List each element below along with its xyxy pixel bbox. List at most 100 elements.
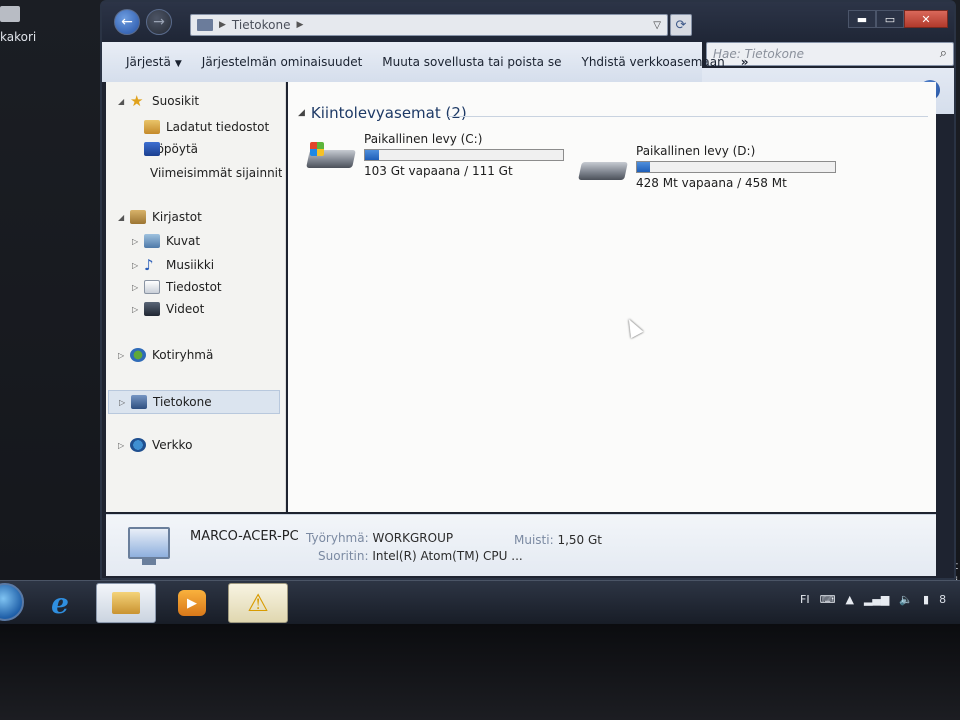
address-bar[interactable]: ▶ Tietokone ▶ ▽	[190, 14, 668, 36]
memory-label: Muisti:	[514, 533, 554, 547]
expand-triangle-icon[interactable]: ▷	[132, 283, 144, 292]
more-commands-button[interactable]: »	[735, 55, 755, 69]
memory-value: 1,50 Gt	[557, 533, 603, 547]
pictures-icon	[144, 234, 160, 248]
system-properties-button[interactable]: Järjestelmän ominaisuudet	[192, 55, 373, 69]
breadcrumb-separator-icon[interactable]: ▶	[297, 20, 304, 30]
drive-free-space: 103 Gt vapaana / 111 Gt	[364, 164, 513, 178]
computer-monitor-icon	[128, 527, 170, 565]
nav-favorites[interactable]: ◢ ★ Suosikit	[118, 92, 200, 110]
refresh-button[interactable]: ⟳	[670, 14, 692, 36]
computer-icon	[131, 395, 147, 409]
network-icon	[130, 438, 146, 452]
nav-videos[interactable]: ▷ Videot	[132, 302, 204, 316]
signal-bars-icon[interactable]: ▂▄▆	[864, 593, 889, 606]
drive-item-c[interactable]: Paikallinen levy (C:) 103 Gt vapaana / 1…	[306, 132, 564, 178]
monitor-bezel	[0, 624, 960, 720]
folder-icon	[112, 592, 140, 614]
chevron-down-icon[interactable]: ▽	[653, 20, 661, 31]
drive-free-space: 428 Mt vapaana / 458 Mt	[636, 176, 787, 190]
workgroup-info: Työryhmä: WORKGROUP	[306, 531, 453, 545]
organize-label: Järjestä	[126, 55, 171, 69]
documents-icon	[144, 280, 160, 294]
expand-triangle-icon[interactable]: ▷	[118, 351, 130, 360]
show-hidden-icons-icon[interactable]: ▲	[845, 593, 853, 606]
nav-libraries[interactable]: ◢ Kirjastot	[118, 210, 202, 224]
taskbar-windows-explorer[interactable]	[96, 583, 156, 623]
taskbar-warning-app[interactable]: ⚠	[228, 583, 288, 623]
system-drive-icon	[306, 142, 358, 172]
maximize-button[interactable]: ▭	[876, 10, 904, 28]
nav-network[interactable]: ▷ Verkko	[118, 438, 192, 452]
videos-icon	[144, 302, 160, 316]
nav-videos-label: Videot	[166, 302, 205, 316]
power-icon[interactable]: ▮	[923, 593, 929, 606]
taskbar: e ▶ ⚠ FI ⌨ ▲ ▂▄▆ 🔈 ▮ 8	[0, 580, 960, 624]
organize-button[interactable]: Järjestä ▼	[102, 55, 192, 69]
clock[interactable]: 8	[939, 593, 946, 606]
taskbar-media-player[interactable]: ▶	[162, 583, 222, 623]
star-icon: ★	[130, 92, 144, 110]
desktop-icon-label[interactable]: kakori	[0, 30, 36, 44]
expand-triangle-icon[interactable]: ▷	[119, 398, 131, 407]
downloads-folder-icon	[144, 120, 160, 134]
drive-item-d[interactable]: Paikallinen levy (D:) 428 Mt vapaana / 4…	[578, 144, 836, 190]
chevron-down-icon: ▼	[174, 59, 182, 69]
desktop-shortcut-icon[interactable]	[0, 6, 20, 22]
keyboard-icon[interactable]: ⌨	[820, 593, 836, 606]
content-pane[interactable]: ◢ Kiintolevyasemat (2) Paikallinen levy …	[288, 82, 936, 512]
nav-homegroup-label: Kotiryhmä	[152, 348, 214, 362]
internet-explorer-icon: e	[51, 586, 69, 620]
map-network-drive-button[interactable]: Yhdistä verkkoasemaan	[571, 55, 734, 69]
breadcrumb-separator-icon[interactable]: ▶	[219, 20, 226, 30]
language-indicator[interactable]: FI	[800, 593, 810, 606]
explorer-window: ← → ▶ Tietokone ▶ ▽ ⟳ ▬ ▭ ✕ Hae: Tietoko…	[100, 0, 956, 580]
nav-computer-label: Tietokone	[153, 395, 212, 409]
nav-desktop[interactable]: Työpöytä	[144, 142, 198, 156]
expand-triangle-icon[interactable]: ▷	[132, 237, 144, 246]
navigation-pane[interactable]: ◢ ★ Suosikit Ladatut tiedostot Työpöytä …	[106, 82, 286, 512]
nav-pictures-label: Kuvat	[166, 234, 201, 248]
nav-recent[interactable]: Viimeisimmät sijainnit	[144, 166, 282, 180]
search-icon[interactable]: ⌕	[940, 46, 947, 61]
expand-triangle-icon[interactable]: ▷	[118, 441, 130, 450]
refresh-icon: ⟳	[675, 17, 687, 33]
close-button[interactable]: ✕	[904, 10, 948, 28]
expand-triangle-icon[interactable]: ▷	[132, 305, 144, 314]
nav-computer[interactable]: ▷ Tietokone	[108, 390, 280, 414]
music-note-icon: ♪	[144, 256, 154, 274]
processor-label: Suoritin:	[318, 549, 369, 563]
nav-network-label: Verkko	[152, 438, 193, 452]
nav-pictures[interactable]: ▷ Kuvat	[132, 234, 200, 248]
group-title: Kiintolevyasemat (2)	[310, 104, 467, 122]
drive-usage-bar	[636, 161, 836, 173]
uninstall-program-button[interactable]: Muuta sovellusta tai poista se	[372, 55, 571, 69]
windows-logo-icon	[310, 142, 324, 156]
hard-drive-icon	[578, 154, 630, 184]
nav-downloads[interactable]: Ladatut tiedostot	[144, 120, 269, 134]
nav-homegroup[interactable]: ▷ Kotiryhmä	[118, 348, 213, 362]
nav-documents[interactable]: ▷ Tiedostot	[132, 280, 222, 294]
collapse-triangle-icon[interactable]: ◢	[118, 97, 130, 106]
nav-music[interactable]: ▷ ♪ Musiikki	[132, 256, 214, 274]
title-bar: ← → ▶ Tietokone ▶ ▽ ⟳ ▬ ▭ ✕	[102, 2, 954, 42]
expand-triangle-icon[interactable]: ▷	[132, 261, 144, 270]
start-button[interactable]	[0, 583, 24, 621]
collapse-triangle-icon[interactable]: ◢	[118, 213, 130, 222]
memory-info: Muisti: 1,50 Gt	[514, 533, 602, 547]
minimize-button[interactable]: ▬	[848, 10, 876, 28]
nav-favorites-label: Suosikit	[152, 94, 200, 108]
breadcrumb-computer[interactable]: Tietokone	[232, 18, 291, 32]
details-pane: MARCO-ACER-PC Työryhmä: WORKGROUP Muisti…	[106, 514, 936, 576]
drive-usage-bar	[364, 149, 564, 161]
library-icon	[130, 210, 146, 224]
desktop-icon	[144, 142, 160, 156]
warning-icon: ⚠	[247, 589, 269, 617]
back-button[interactable]: ←	[114, 9, 140, 35]
group-header-hard-drives[interactable]: ◢ Kiintolevyasemat (2)	[298, 104, 467, 122]
command-bar: Järjestä ▼ Järjestelmän ominaisuudet Muut…	[102, 42, 748, 82]
forward-button[interactable]: →	[146, 9, 172, 35]
volume-icon[interactable]: 🔈	[899, 593, 913, 606]
taskbar-internet-explorer[interactable]: e	[30, 583, 90, 623]
arrow-right-icon: →	[153, 14, 165, 30]
